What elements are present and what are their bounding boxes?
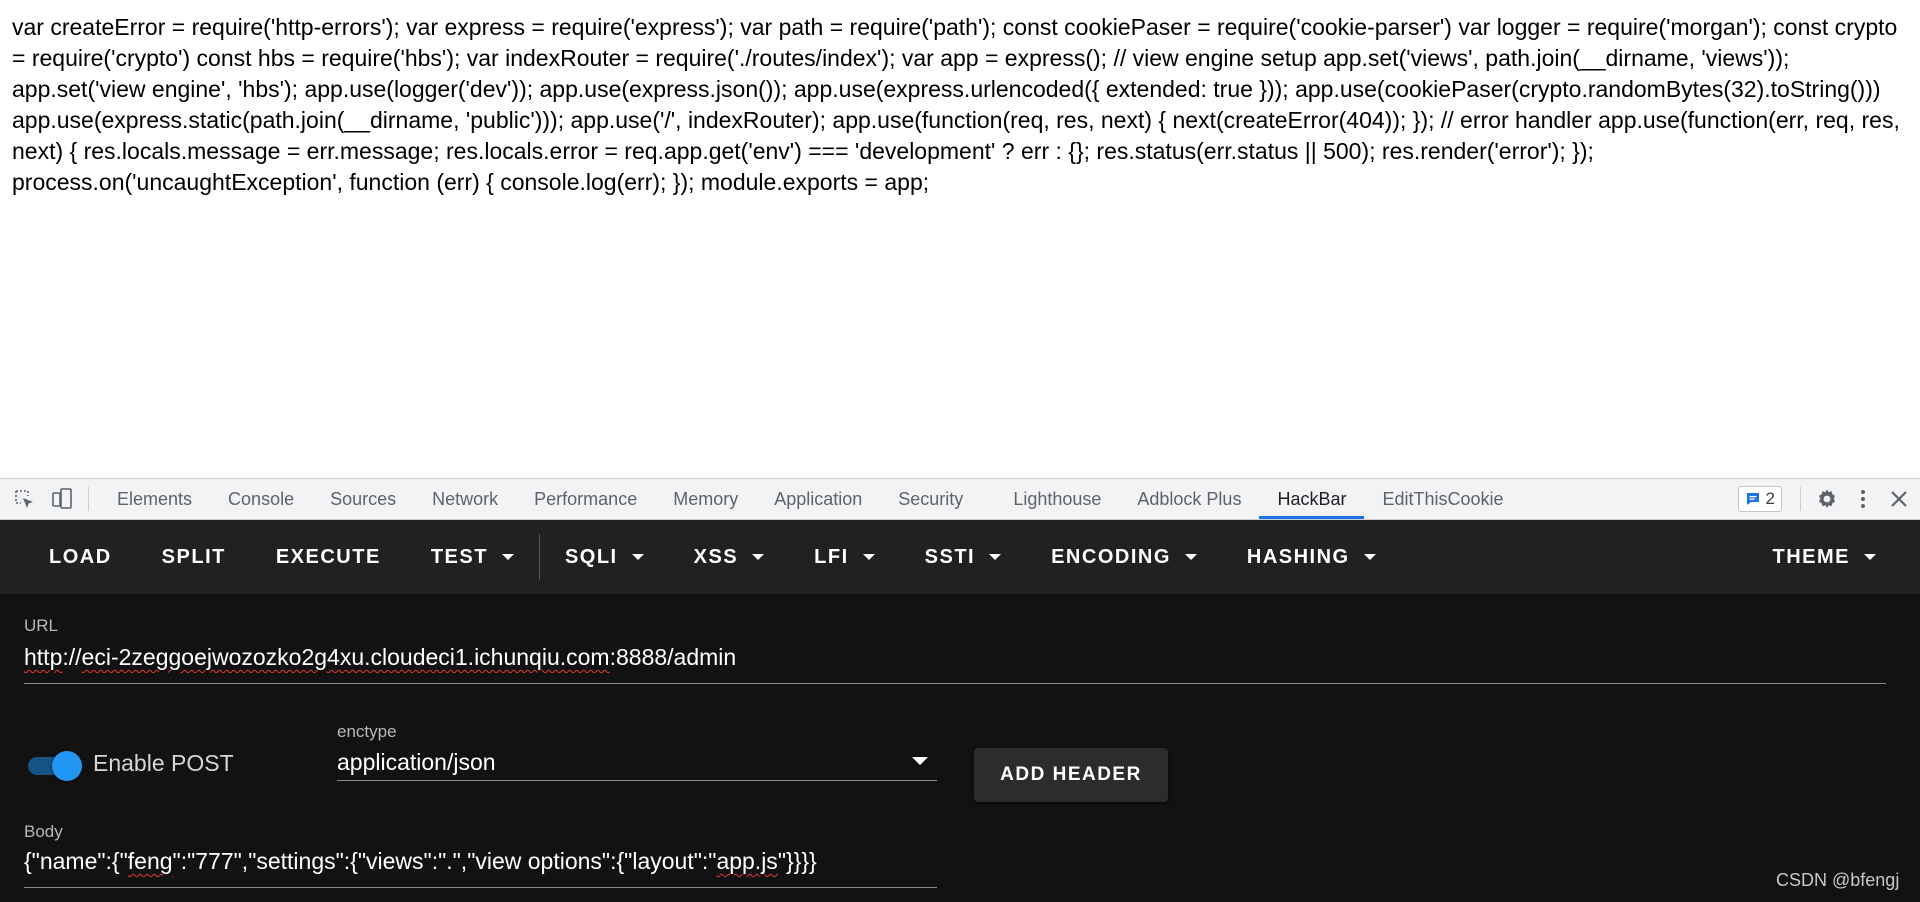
toolbar-divider <box>88 487 89 511</box>
enable-post-label: Enable POST <box>93 750 234 776</box>
body-text-part: {"name":{" <box>24 848 128 874</box>
hackbar-toolbar: LOAD SPLIT EXECUTE TEST SQLI XSS LFI SST… <box>0 520 1920 594</box>
caret-down-icon <box>989 554 1002 560</box>
message-icon <box>1746 493 1759 505</box>
url-host: eci-2zeggoejwozozko2g4xu.cloudeci1.ichun… <box>81 644 610 670</box>
toolbar-divider <box>1800 487 1801 511</box>
body-text-part: app.js <box>716 848 778 874</box>
sqli-menu-button[interactable]: SQLI <box>540 520 669 594</box>
toggle-thumb <box>52 751 82 781</box>
caret-down-icon <box>631 554 644 560</box>
caret-down-icon <box>501 554 514 560</box>
enctype-underline <box>337 780 937 781</box>
enctype-label: enctype <box>337 722 397 741</box>
tab-performance[interactable]: Performance <box>516 479 655 519</box>
add-header-button[interactable]: ADD HEADER <box>974 748 1168 802</box>
enable-post-toggle[interactable] <box>26 750 82 781</box>
hashing-menu-button[interactable]: HASHING <box>1222 520 1401 594</box>
devtools-right-controls: 2 <box>1737 479 1920 519</box>
url-label: URL <box>24 616 59 635</box>
tab-elements[interactable]: Elements <box>99 479 210 519</box>
page-content: var createError = require('http-errors')… <box>0 0 1920 478</box>
tab-editthiscookie[interactable]: EditThisCookie <box>1364 479 1521 519</box>
tab-hackbar[interactable]: HackBar <box>1259 479 1365 519</box>
body-underline <box>24 887 937 888</box>
tab-console[interactable]: Console <box>210 479 312 519</box>
url-input[interactable]: http://eci-2zeggoejwozozko2g4xu.cloudeci… <box>24 644 1884 671</box>
gear-icon[interactable] <box>1812 484 1842 514</box>
devtools-tabbar: Elements Console Sources Network Perform… <box>0 478 1920 520</box>
body-text-part: "}}}} <box>777 848 817 874</box>
more-options-icon[interactable] <box>1848 484 1878 514</box>
device-toolbar-icon[interactable] <box>48 485 76 513</box>
issues-badge[interactable]: 2 <box>1737 486 1782 512</box>
tab-lighthouse[interactable]: Lighthouse <box>995 479 1119 519</box>
tab-memory[interactable]: Memory <box>655 479 756 519</box>
url-port: 8888 <box>615 644 668 670</box>
issues-count: 2 <box>1765 489 1775 508</box>
lfi-menu-button[interactable]: LFI <box>789 520 900 594</box>
body-text-part: feng <box>127 848 173 874</box>
caret-down-icon <box>1184 554 1197 560</box>
close-icon[interactable] <box>1884 484 1914 514</box>
theme-menu-button[interactable]: THEME <box>1748 520 1920 594</box>
encoding-menu-button[interactable]: ENCODING <box>1026 520 1222 594</box>
split-button[interactable]: SPLIT <box>137 520 251 594</box>
tab-sources[interactable]: Sources <box>312 479 414 519</box>
chevron-down-icon[interactable] <box>912 757 928 765</box>
tab-network[interactable]: Network <box>414 479 516 519</box>
tab-application[interactable]: Application <box>756 479 880 519</box>
load-button[interactable]: LOAD <box>0 520 137 594</box>
ssti-menu-button[interactable]: SSTI <box>900 520 1026 594</box>
xss-menu-button[interactable]: XSS <box>669 520 790 594</box>
tab-security[interactable]: Security <box>880 479 995 519</box>
inspect-element-icon[interactable] <box>10 485 38 513</box>
body-label: Body <box>24 822 63 841</box>
url-scheme: http <box>24 644 63 670</box>
watermark-text: CSDN @bfengj <box>1776 870 1900 890</box>
execute-button[interactable]: EXECUTE <box>251 520 406 594</box>
body-text-part: ":"777","settings":{"views":".","view op… <box>172 848 717 874</box>
test-menu-button[interactable]: TEST <box>406 520 539 594</box>
enctype-select[interactable]: application/json <box>337 749 897 776</box>
caret-down-icon <box>752 554 765 560</box>
source-code-text: var createError = require('http-errors')… <box>12 14 1900 195</box>
caret-down-icon <box>1864 554 1876 560</box>
caret-down-icon <box>862 554 875 560</box>
tab-adblock-plus[interactable]: Adblock Plus <box>1119 479 1259 519</box>
url-path: /admin <box>667 644 737 670</box>
url-separator: :// <box>62 644 82 670</box>
body-input[interactable]: {"name":{"feng":"777","settings":{"views… <box>24 848 934 875</box>
url-underline <box>24 683 1886 684</box>
hackbar-body: URL http://eci-2zeggoejwozozko2g4xu.clou… <box>0 594 1920 902</box>
caret-down-icon <box>1363 554 1376 560</box>
